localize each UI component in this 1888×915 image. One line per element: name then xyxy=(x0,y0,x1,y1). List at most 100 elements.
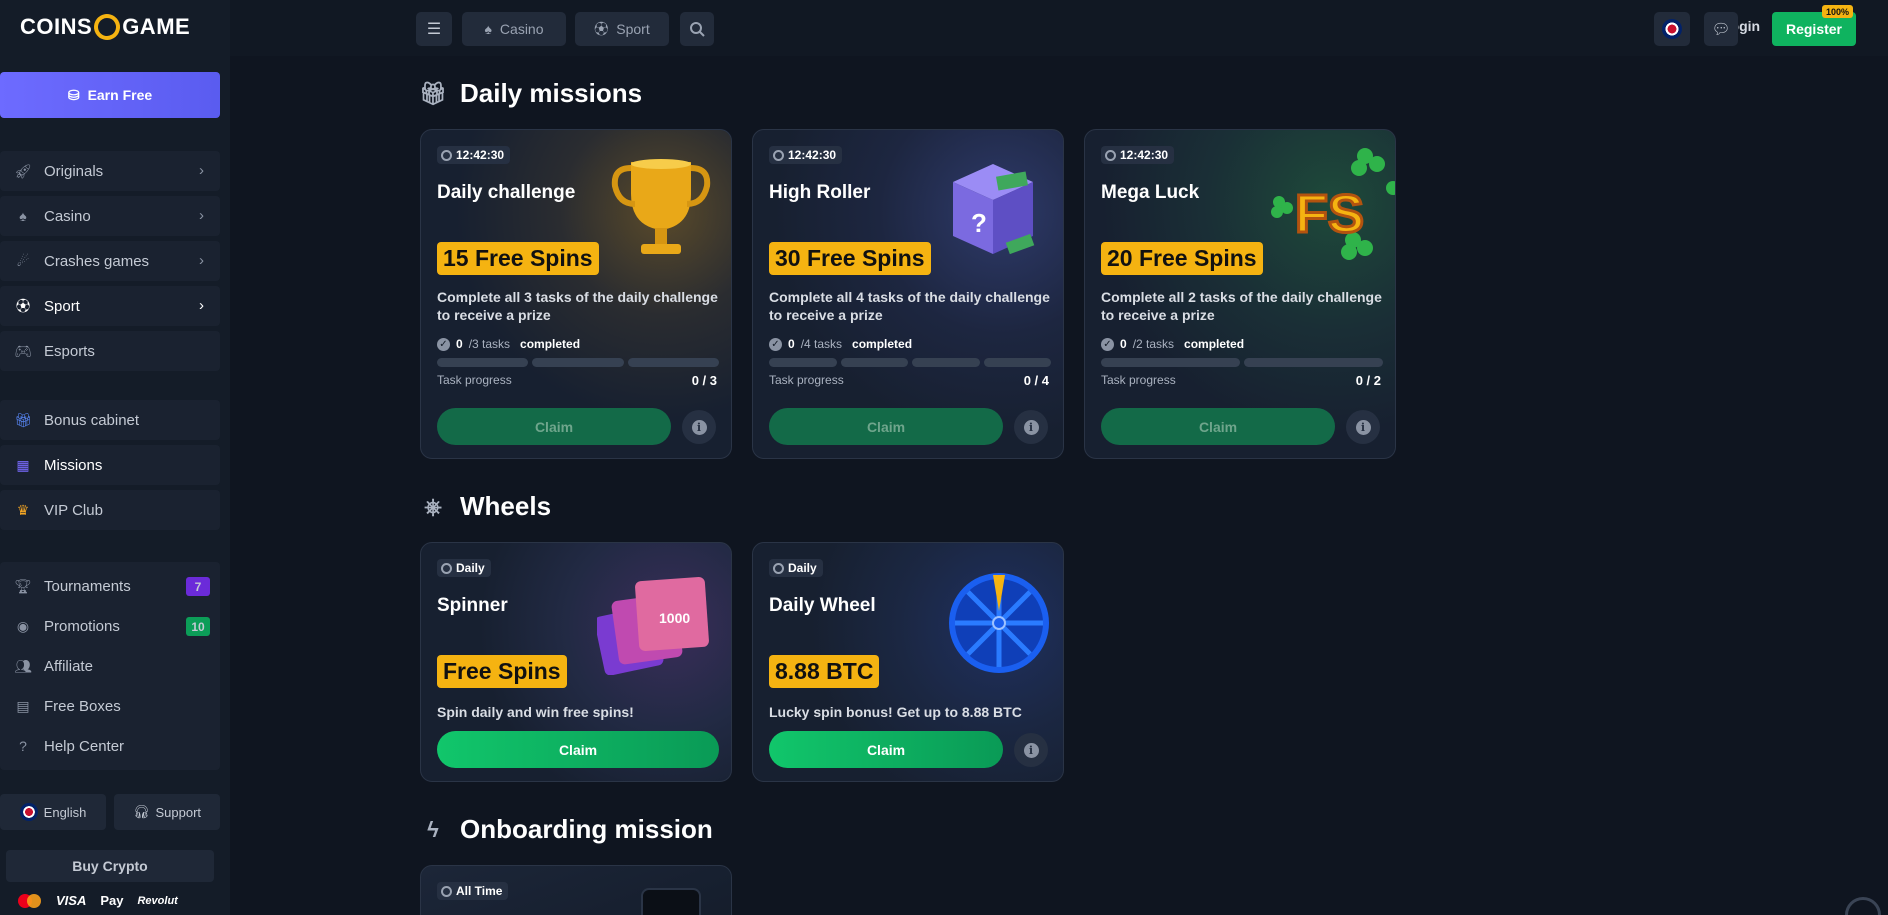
task-progress-value: 0 / 2 xyxy=(1355,373,1381,388)
task-progress-value: 0 / 4 xyxy=(1023,373,1049,388)
claim-button[interactable]: Claim xyxy=(1101,408,1335,445)
card-description: Complete all 3 tasks of the daily challe… xyxy=(437,289,718,323)
language-flag-button[interactable] xyxy=(1654,12,1690,46)
check-icon: ✓ xyxy=(769,337,782,351)
logo[interactable]: COINS GAME xyxy=(20,9,190,45)
search-button[interactable] xyxy=(680,12,714,46)
tasks-completed-label: completed xyxy=(1184,337,1245,351)
wheel-icon: ⎈ xyxy=(424,493,442,519)
section-title: Wheels xyxy=(460,491,552,521)
language-button[interactable]: English xyxy=(0,794,106,830)
logo-coin-icon xyxy=(89,9,125,45)
ball-icon: ⚽︎ xyxy=(594,21,609,37)
claim-button[interactable]: Claim xyxy=(437,731,719,768)
support-button[interactable]: 🎧︎ Support xyxy=(114,794,220,830)
sidebar-item-sport[interactable]: ⚽︎ Sport › xyxy=(0,286,220,326)
info-button[interactable]: i xyxy=(682,410,716,444)
uk-flag-icon xyxy=(1662,19,1682,39)
info-button[interactable]: i xyxy=(1014,410,1048,444)
card-title: Spinner xyxy=(437,595,508,616)
task-progress-label: Task progress xyxy=(769,373,844,387)
sidebar-item-tournaments[interactable]: 🏆︎ Tournaments 7 xyxy=(0,566,220,606)
mystery-box-icon: ? xyxy=(953,164,1035,255)
progress-segment xyxy=(532,358,624,367)
claim-button[interactable]: Claim xyxy=(437,408,671,445)
card-description: Complete all 4 tasks of the daily challe… xyxy=(769,289,1050,323)
revolut-logo: Revolut xyxy=(137,894,178,907)
lightning-icon: ϟ xyxy=(427,816,439,842)
main-nav: 🚀︎ Originals › ♠ Casino › ☄ Crashes game… xyxy=(0,151,220,376)
info-button[interactable]: i xyxy=(1346,410,1380,444)
buy-crypto-button[interactable]: Buy Crypto xyxy=(6,850,214,882)
sidebar-item-casino[interactable]: ♠ Casino › xyxy=(0,196,220,236)
sidebar-item-missions[interactable]: ▦ Missions xyxy=(0,445,220,485)
people-icon: 👥︎ xyxy=(14,657,32,674)
fortune-wheel-icon xyxy=(949,573,1049,673)
sidebar-item-label: Missions xyxy=(44,456,103,474)
sidebar-item-bonus-cabinet[interactable]: 🎁︎ Bonus cabinet xyxy=(0,400,220,440)
sidebar-item-label: Tournaments xyxy=(44,577,131,595)
sidebar-item-crashes[interactable]: ☄ Crashes games › xyxy=(0,241,220,281)
coins-icon: ⛁ xyxy=(67,86,80,103)
visa-logo: VISA xyxy=(56,893,87,908)
info-icon: i xyxy=(1355,419,1371,435)
chat-button[interactable]: 💬︎ xyxy=(1704,12,1738,46)
tasks-done: 0 xyxy=(1120,337,1127,351)
daily-missions-heading: 🎁︎ Daily missions xyxy=(419,78,643,109)
chip-text: Daily xyxy=(456,561,485,575)
daily-chip: Daily xyxy=(769,559,823,577)
section-title: Daily missions xyxy=(460,78,643,108)
check-icon: ✓ xyxy=(1101,337,1114,351)
claim-button[interactable]: Claim xyxy=(769,731,1003,768)
bonus-nav: 🎁︎ Bonus cabinet ▦ Missions ♛ VIP Club xyxy=(0,400,220,535)
sidebar-item-label: Sport xyxy=(44,297,80,315)
chip-text: All Time xyxy=(456,884,503,898)
menu-button[interactable]: ☰ xyxy=(416,12,452,46)
sidebar-item-vip[interactable]: ♛ VIP Club xyxy=(0,490,220,530)
sidebar-item-free-boxes[interactable]: ▤ Free Boxes xyxy=(0,686,220,726)
clock-icon xyxy=(441,149,452,161)
apple-pay-label: Pay xyxy=(100,893,124,908)
trophy-icon: 🏆︎ xyxy=(14,577,32,594)
claim-button[interactable]: Claim xyxy=(769,408,1003,445)
prize-badge: Free Spins xyxy=(437,655,567,688)
casino-tab[interactable]: ♠ Casino xyxy=(462,12,566,46)
timer-chip: 12:42:30 xyxy=(769,146,843,164)
buy-crypto-label: Buy Crypto xyxy=(72,858,148,874)
sidebar-item-esports[interactable]: 🎮︎ Esports xyxy=(0,331,220,371)
sidebar-item-help[interactable]: ? Help Center xyxy=(0,726,220,766)
progress-bars xyxy=(1101,358,1383,367)
comet-icon: ☄ xyxy=(16,252,30,269)
svg-text:?: ? xyxy=(971,208,987,238)
timer-text: 12:42:30 xyxy=(456,148,505,162)
grid-icon: ▦ xyxy=(16,456,30,473)
progress-segment xyxy=(627,358,719,367)
earn-free-button[interactable]: ⛁ Earn Free xyxy=(0,72,220,118)
prize-badge: 8.88 BTC xyxy=(769,655,880,688)
task-progress-value: 0 / 3 xyxy=(691,373,717,388)
register-bonus-badge: 100% xyxy=(1822,5,1854,18)
card-title: High Roller xyxy=(769,182,871,203)
earn-free-label: Earn Free xyxy=(87,87,153,103)
sidebar-item-promotions[interactable]: ◉ Promotions 10 xyxy=(0,606,220,646)
sidebar-item-label: Crashes games xyxy=(44,252,150,270)
info-icon: i xyxy=(1023,419,1039,435)
sidebar: COINS GAME ⛁ Earn Free 🚀︎ Originals › ♠ … xyxy=(0,0,230,915)
sport-tab[interactable]: ⚽︎ Sport xyxy=(575,12,669,46)
clock-icon xyxy=(773,562,784,574)
clock-icon xyxy=(441,885,452,897)
task-progress-label: Task progress xyxy=(1101,373,1176,387)
payment-methods: VISA Pay Revolut xyxy=(18,893,178,908)
clover-fs-icon: FS xyxy=(1271,148,1395,260)
sidebar-item-label: Esports xyxy=(44,342,95,360)
info-button[interactable]: i xyxy=(1014,733,1048,767)
progress-segment xyxy=(769,358,837,367)
sidebar-item-originals[interactable]: 🚀︎ Originals › xyxy=(0,151,220,191)
apple-pay-logo: Pay xyxy=(100,893,123,908)
clock-icon xyxy=(441,562,452,574)
sidebar-item-label: Promotions xyxy=(44,617,120,635)
trophy-icon xyxy=(611,159,711,254)
sidebar-item-affiliate[interactable]: 👥︎ Affiliate xyxy=(0,646,220,686)
slot-art-text: 1000 xyxy=(659,610,690,626)
sidebar-item-label: Bonus cabinet xyxy=(44,411,140,429)
